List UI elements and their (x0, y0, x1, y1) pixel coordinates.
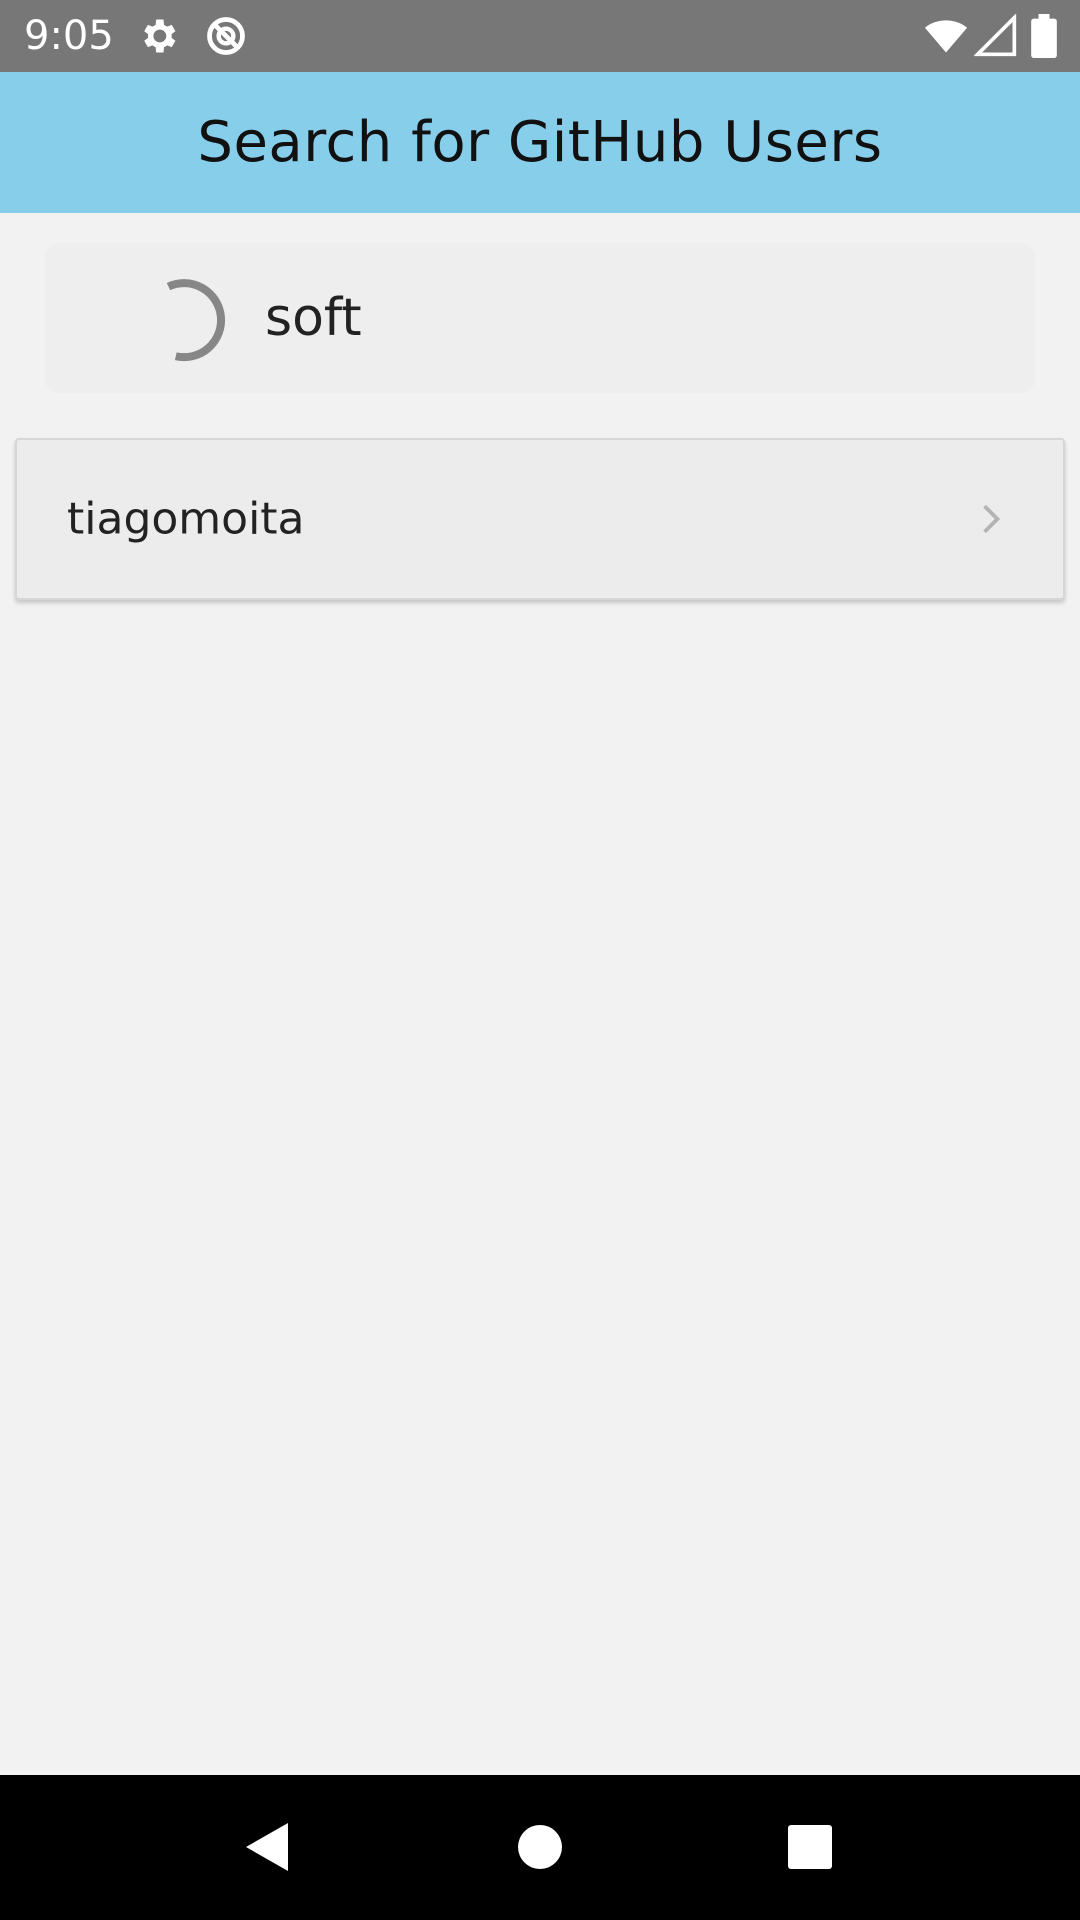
signal-icon (974, 14, 1018, 58)
page-title: Search for GitHub Users (197, 110, 883, 175)
back-icon[interactable] (218, 1797, 318, 1897)
battery-icon (1030, 14, 1058, 58)
nav-bar (0, 1775, 1080, 1920)
screen: 9:05 Search for GitHub Users soft tiagom… (0, 0, 1080, 1920)
user-login-label: tiagomoita (67, 493, 305, 545)
status-time: 9:05 (24, 13, 114, 59)
search-input[interactable] (253, 273, 993, 363)
list-item[interactable]: tiagomoita (15, 438, 1065, 600)
loading-spinner-icon (150, 274, 240, 364)
gear-icon (136, 14, 180, 58)
recents-icon[interactable] (760, 1797, 860, 1897)
wifi-icon (922, 14, 970, 58)
result-list: tiagomoita (15, 438, 1065, 600)
chevron-right-icon (979, 503, 1003, 535)
status-bar: 9:05 (0, 0, 1080, 72)
search-box[interactable] (45, 243, 1035, 393)
home-icon[interactable] (490, 1797, 590, 1897)
app-bar: Search for GitHub Users (0, 72, 1080, 213)
no-sync-icon (204, 14, 248, 58)
